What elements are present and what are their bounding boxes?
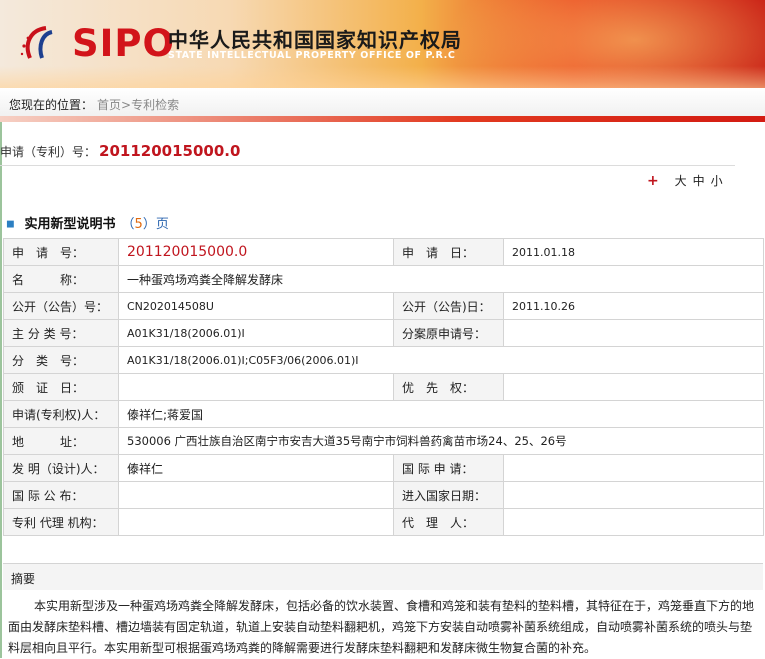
patent-info-table: 申 请 号： 201120015000.0 申 请 日： 2011.01.18 … xyxy=(3,238,764,536)
field-label: 代 理 人： xyxy=(393,508,504,536)
abstract-heading: 摘要 xyxy=(3,563,763,590)
breadcrumb-label: 您现在的位置： xyxy=(9,98,94,112)
field-value xyxy=(118,481,394,509)
breadcrumb-current[interactable]: 专利检索 xyxy=(131,98,179,112)
font-size-large-button[interactable]: 大 xyxy=(675,174,693,188)
abstract-heading-text: 摘要 xyxy=(11,572,36,586)
field-value: 2011.10.26 xyxy=(503,292,764,320)
field-value: 傣祥仁 xyxy=(118,454,394,482)
table-row: 颁 证 日： 优 先 权： xyxy=(3,373,764,401)
application-number-row: 申请（专利）号： 201120015000.0 xyxy=(0,142,240,160)
field-value: A01K31/18(2006.01)I xyxy=(118,319,394,347)
field-value xyxy=(503,454,764,482)
spec-title-text: 实用新型说明书 xyxy=(24,217,116,232)
bullet-icon: ■ xyxy=(6,219,15,230)
font-size-controls: + 大中小 xyxy=(647,172,729,189)
field-value: A01K31/18(2006.01)I;C05F3/06(2006.01)I xyxy=(118,346,764,374)
left-border xyxy=(0,122,2,658)
field-value: 201120015000.0 xyxy=(118,238,394,266)
table-row: 地 址： 530006 广西壮族自治区南宁市安吉大道35号南宁市饲料兽药禽苗市场… xyxy=(3,427,764,455)
field-value xyxy=(503,508,764,536)
field-label: 公开（公告）号： xyxy=(3,292,119,320)
breadcrumb-separator: > xyxy=(121,98,132,112)
org-name-cn: 中华人民共和国国家知识产权局 xyxy=(168,28,462,52)
breadcrumb-path: 首页>专利检索 xyxy=(97,96,179,113)
field-label: 优 先 权： xyxy=(393,373,504,401)
field-label: 分 类 号： xyxy=(3,346,119,374)
font-size-small-button[interactable]: 小 xyxy=(711,174,729,188)
field-label: 发 明（设计)人： xyxy=(3,454,119,482)
field-value: 一种蛋鸡场鸡粪全降解发酵床 xyxy=(118,265,764,293)
field-value xyxy=(118,508,394,536)
logo-text: SIPO xyxy=(72,22,175,65)
table-row: 国 际 公 布： 进入国家日期： xyxy=(3,481,764,509)
field-value xyxy=(503,481,764,509)
spec-pages-link[interactable]: （5）页 xyxy=(122,217,169,232)
field-value: CN202014508U xyxy=(118,292,394,320)
spec-title: ■ 实用新型说明书 （5）页 xyxy=(6,213,169,232)
header-divider xyxy=(0,116,765,122)
field-label: 专利 代理 机构： xyxy=(3,508,119,536)
header-banner: SIPO 中华人民共和国国家知识产权局 STATE INTELLECTUAL P… xyxy=(0,0,765,88)
field-label: 申请(专利权)人： xyxy=(3,400,119,428)
table-row: 申 请 号： 201120015000.0 申 请 日： 2011.01.18 xyxy=(3,238,764,266)
field-label: 申 请 号： xyxy=(3,238,119,266)
sipo-logo-icon xyxy=(20,26,53,59)
breadcrumb: 您现在的位置： 首页>专利检索 xyxy=(0,88,765,116)
table-row: 公开（公告）号： CN202014508U 公开（公告)日： 2011.10.2… xyxy=(3,292,764,320)
table-row: 发 明（设计)人： 傣祥仁 国 际 申 请： xyxy=(3,454,764,482)
field-value xyxy=(118,373,394,401)
field-value xyxy=(503,373,764,401)
field-value xyxy=(503,319,764,347)
font-size-medium-button[interactable]: 中 xyxy=(693,174,711,188)
field-label: 国 际 申 请： xyxy=(393,454,504,482)
table-row: 主 分 类 号： A01K31/18(2006.01)I 分案原申请号： xyxy=(3,319,764,347)
field-label: 申 请 日： xyxy=(393,238,504,266)
application-number-label: 申请（专利）号： xyxy=(0,145,97,159)
divider xyxy=(0,165,735,166)
field-label: 颁 证 日： xyxy=(3,373,119,401)
spec-page-count: 5 xyxy=(134,217,143,232)
field-label: 国 际 公 布： xyxy=(3,481,119,509)
table-row: 专利 代理 机构： 代 理 人： xyxy=(3,508,764,536)
table-row: 申请(专利权)人： 傣祥仁;蒋爱国 xyxy=(3,400,764,428)
field-value: 2011.01.18 xyxy=(503,238,764,266)
field-label: 地 址： xyxy=(3,427,119,455)
breadcrumb-home-link[interactable]: 首页 xyxy=(97,98,121,112)
abstract-text: 本实用新型涉及一种蛋鸡场鸡粪全降解发酵床，包括必备的饮水装置、食槽和鸡笼和装有垫… xyxy=(8,599,755,655)
field-label: 名 称： xyxy=(3,265,119,293)
field-label: 公开（公告)日： xyxy=(393,292,504,320)
banner-wave xyxy=(0,66,765,88)
application-number-value: 201120015000.0 xyxy=(99,142,241,160)
plus-icon: + xyxy=(647,173,665,189)
org-name-en: STATE INTELLECTUAL PROPERTY OFFICE OF P.… xyxy=(168,50,456,61)
field-label: 进入国家日期： xyxy=(393,481,504,509)
field-value: 530006 广西壮族自治区南宁市安吉大道35号南宁市饲料兽药禽苗市场24、25… xyxy=(118,427,764,455)
field-value: 傣祥仁;蒋爱国 xyxy=(118,400,764,428)
table-row: 名 称： 一种蛋鸡场鸡粪全降解发酵床 xyxy=(3,265,764,293)
field-label: 分案原申请号： xyxy=(393,319,504,347)
field-label: 主 分 类 号： xyxy=(3,319,119,347)
table-row: 分 类 号： A01K31/18(2006.01)I;C05F3/06(2006… xyxy=(3,346,764,374)
